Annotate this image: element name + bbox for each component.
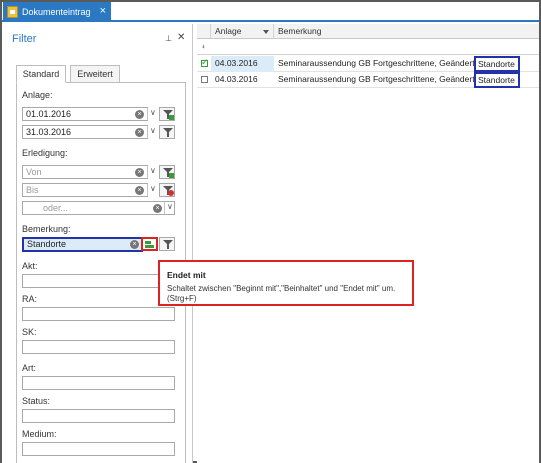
tooltip-text: Schaltet zwischen "Beginnt mit","Beinhal… bbox=[167, 284, 396, 303]
chevron-down-icon[interactable]: ∨ bbox=[150, 166, 156, 175]
filter-icon[interactable] bbox=[159, 165, 175, 179]
begins-with-badge bbox=[169, 173, 174, 178]
tab-standard[interactable]: Standard bbox=[16, 65, 66, 83]
clear-icon[interactable]: × bbox=[135, 186, 144, 195]
column-header-bemerkung[interactable]: Bemerkung bbox=[274, 24, 539, 39]
tooltip: Endet mit Schaltet zwischen "Beginnt mit… bbox=[158, 260, 414, 306]
separator bbox=[147, 166, 148, 178]
clear-icon[interactable]: × bbox=[130, 240, 139, 249]
table-row[interactable]: 04.03.2016 Seminaraussendung GB Fortgesc… bbox=[197, 72, 539, 88]
funnel-stem bbox=[167, 244, 169, 249]
tooltip-title: Endet mit bbox=[167, 270, 206, 280]
filter-icon[interactable] bbox=[159, 125, 175, 139]
chevron-down-icon[interactable]: ∨ bbox=[150, 126, 156, 135]
clear-icon[interactable]: × bbox=[135, 168, 144, 177]
row-indicator-header bbox=[197, 24, 211, 39]
chevron-down-icon[interactable]: ∨ bbox=[150, 184, 156, 193]
sort-desc-icon bbox=[263, 30, 269, 34]
begins-with-badge bbox=[169, 115, 174, 120]
cell-bemerkung: Seminaraussendung GB Fortgeschrittene, G… bbox=[278, 74, 474, 84]
app-window: Dokumenteintrag × Filter ⊥ ✕ Standard Er… bbox=[0, 0, 541, 463]
funnel-stem bbox=[167, 132, 169, 137]
row-checkbox[interactable] bbox=[201, 76, 208, 83]
column-header-anlage[interactable]: Anlage bbox=[211, 24, 274, 39]
cell-anlage: 04.03.2016 bbox=[215, 74, 258, 84]
match-highlight: Standorte bbox=[474, 56, 520, 72]
exclude-badge bbox=[168, 190, 174, 196]
clear-icon[interactable]: × bbox=[135, 128, 144, 137]
results-grid: Anlage Bemerkung ⍖ 04.03.2016 Seminaraus… bbox=[197, 24, 539, 463]
medium-field[interactable] bbox=[22, 442, 175, 456]
pin-icon[interactable]: ⊥ bbox=[165, 34, 172, 43]
filter-panel-title: Filter bbox=[12, 33, 37, 45]
erledigung-to-field[interactable]: Bis bbox=[22, 183, 148, 197]
ra-label: RA: bbox=[22, 294, 38, 304]
separator bbox=[147, 108, 148, 120]
document-tab-label: Dokumenteintrag bbox=[22, 7, 91, 17]
akt-field[interactable] bbox=[22, 274, 175, 288]
cell-bemerkung: Seminaraussendung GB Fortgeschrittene, G… bbox=[278, 58, 474, 68]
anlage-to-field[interactable]: 31.03.2016 bbox=[22, 125, 148, 139]
separator bbox=[147, 126, 148, 138]
close-panel-icon[interactable]: ✕ bbox=[177, 32, 185, 43]
column-header-anlage-label: Anlage bbox=[215, 26, 242, 36]
sk-label: SK: bbox=[22, 327, 37, 337]
tab-erweitert[interactable]: Erweitert bbox=[70, 65, 120, 83]
status-label: Status: bbox=[22, 396, 51, 406]
mode-bar-top bbox=[145, 241, 151, 244]
clear-icon[interactable]: × bbox=[153, 204, 162, 213]
chevron-down-icon[interactable]: ∨ bbox=[150, 108, 156, 117]
bemerkung-label: Bemerkung: bbox=[22, 224, 71, 234]
filter-panel: Filter ⊥ ✕ Standard Erweitert Anlage: 01… bbox=[2, 24, 193, 463]
chevron-down-icon[interactable]: ∨ bbox=[167, 202, 173, 211]
anlage-label: Anlage: bbox=[22, 90, 53, 100]
anlage-from-field[interactable]: 01.01.2016 bbox=[22, 107, 148, 121]
document-tabstrip: Dokumenteintrag × bbox=[2, 2, 539, 22]
match-highlight: Standorte bbox=[474, 72, 520, 88]
separator bbox=[147, 184, 148, 196]
document-tab[interactable]: Dokumenteintrag × bbox=[3, 2, 111, 22]
pin-icon: ⍖ bbox=[201, 42, 206, 51]
separator bbox=[164, 202, 165, 214]
filter-icon[interactable] bbox=[159, 237, 175, 251]
auto-filter-row[interactable]: ⍖ bbox=[197, 39, 539, 55]
bemerkung-field[interactable]: Standorte bbox=[22, 237, 143, 252]
filter-icon[interactable] bbox=[159, 107, 175, 121]
row-checkbox[interactable] bbox=[201, 57, 209, 68]
match-mode-icon[interactable] bbox=[141, 237, 158, 251]
table-row[interactable]: 04.03.2016 Seminaraussendung GB Fortgesc… bbox=[197, 56, 539, 72]
art-label: Art: bbox=[22, 363, 37, 373]
grid-header: Anlage Bemerkung bbox=[197, 24, 539, 39]
cell-anlage: 04.03.2016 bbox=[211, 56, 274, 72]
medium-label: Medium: bbox=[22, 429, 57, 439]
clear-icon[interactable]: × bbox=[135, 110, 144, 119]
mode-bar-bottom bbox=[145, 245, 154, 248]
ra-field[interactable] bbox=[22, 307, 175, 321]
document-icon bbox=[7, 6, 18, 18]
art-field[interactable] bbox=[22, 376, 175, 390]
sk-field[interactable] bbox=[22, 340, 175, 354]
akt-label: Akt: bbox=[22, 261, 38, 271]
erledigung-label: Erledigung: bbox=[22, 148, 68, 158]
status-field[interactable] bbox=[22, 409, 175, 423]
erledigung-from-field[interactable]: Von bbox=[22, 165, 148, 179]
close-icon[interactable]: × bbox=[100, 5, 106, 17]
filter-icon[interactable] bbox=[159, 183, 175, 197]
